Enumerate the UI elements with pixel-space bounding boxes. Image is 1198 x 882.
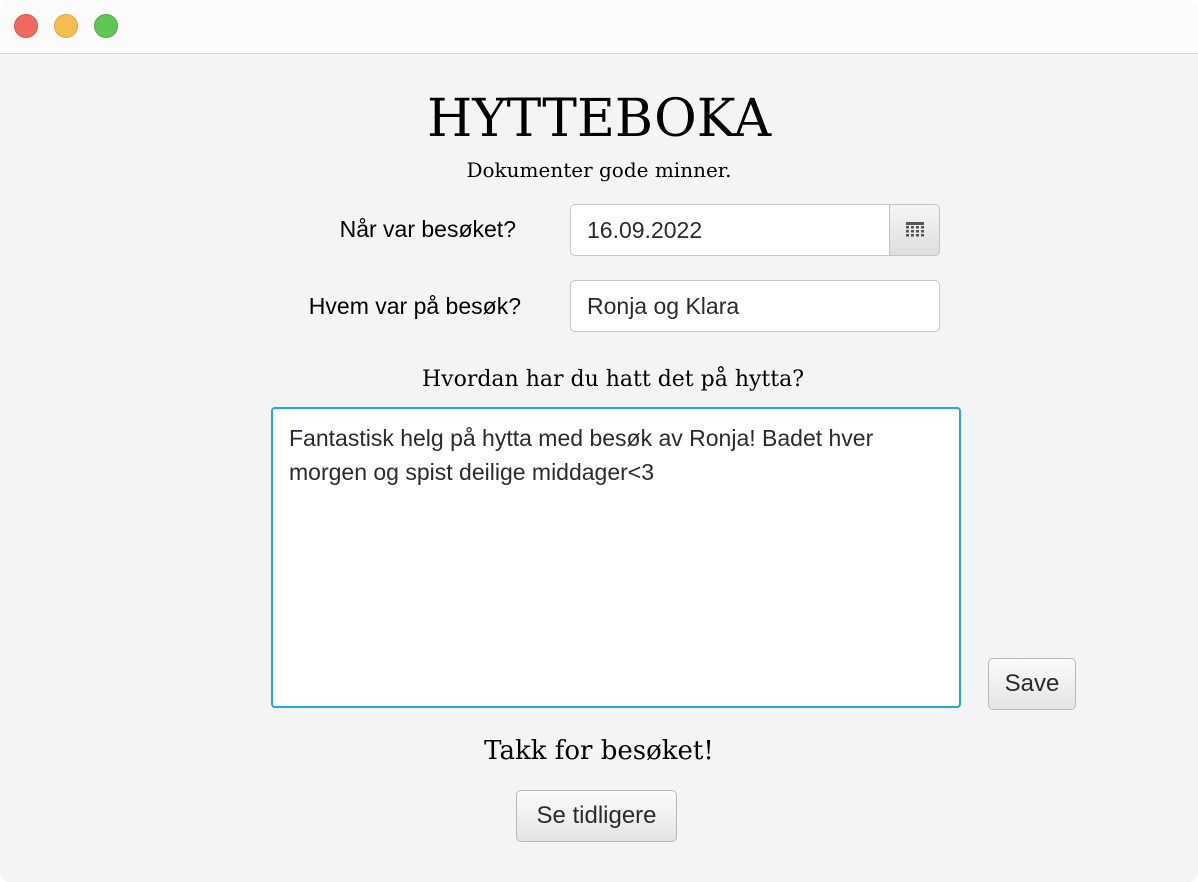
title-bar xyxy=(0,0,1198,54)
app-title: HYTTEBOKA xyxy=(426,89,772,149)
visitors-label: Hvem var på besøk? xyxy=(308,293,521,319)
visit-date-input[interactable]: 16.09.2022 xyxy=(570,204,890,256)
calendar-icon xyxy=(906,222,924,237)
visitors-input[interactable]: Ronja og Klara xyxy=(570,280,940,332)
app-subtitle: Dokumenter gode minner. xyxy=(466,158,732,182)
minimize-window-button[interactable] xyxy=(54,14,78,38)
close-window-button[interactable] xyxy=(14,14,38,38)
see-previous-button[interactable]: Se tidligere xyxy=(516,790,677,842)
app-window: HYTTEBOKA Dokumenter gode minner. Når va… xyxy=(0,0,1198,882)
experience-textarea[interactable]: Fantastisk helg på hytta med besøk av Ro… xyxy=(271,407,961,708)
visit-date-label: Når var besøket? xyxy=(339,216,516,242)
maximize-window-button[interactable] xyxy=(94,14,118,38)
experience-question-label: Hvordan har du hatt det på hytta? xyxy=(421,367,805,392)
date-picker-button[interactable] xyxy=(889,204,940,256)
thanks-message: Takk for besøket! xyxy=(484,736,714,766)
save-button[interactable]: Save xyxy=(988,658,1076,710)
